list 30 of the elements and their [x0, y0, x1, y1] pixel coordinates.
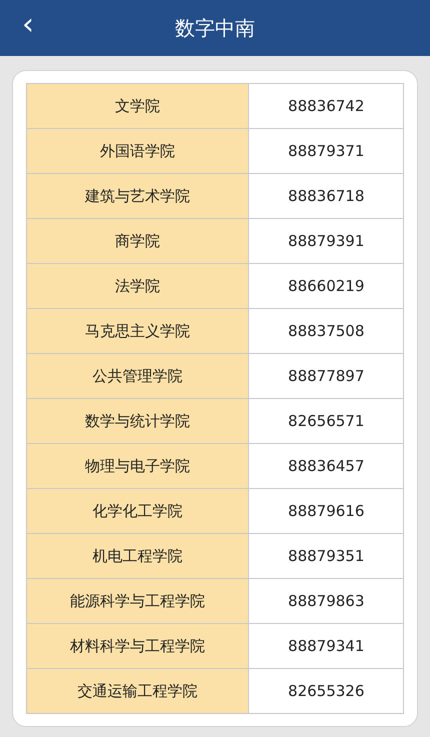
department-name-cell: 数学与统计学院 — [26, 398, 249, 444]
phone-number-cell: 88837508 — [248, 308, 404, 354]
phone-number-cell: 88836718 — [248, 174, 404, 218]
phone-number-cell: 88879391 — [248, 218, 404, 264]
department-name-cell: 机电工程学院 — [26, 534, 249, 578]
department-name-cell: 化学化工学院 — [26, 488, 249, 534]
department-name-cell: 公共管理学院 — [26, 354, 249, 398]
phone-number-cell: 88660219 — [248, 264, 404, 308]
phone-number-cell: 88879351 — [248, 534, 404, 578]
back-button[interactable]: ‹ — [16, 10, 40, 40]
phone-number-cell: 82656571 — [248, 398, 404, 444]
department-name-cell: 交通运输工程学院 — [26, 668, 249, 714]
department-name-cell: 文学院 — [26, 84, 249, 128]
phone-number-cell: 88836457 — [248, 444, 404, 488]
department-name-cell: 马克思主义学院 — [26, 308, 249, 354]
department-name-cell: 商学院 — [26, 218, 249, 264]
department-name-cell: 建筑与艺术学院 — [26, 174, 249, 218]
phone-number-cell: 88879371 — [248, 128, 404, 174]
phone-number-cell: 88879863 — [248, 578, 404, 624]
department-name-cell: 能源科学与工程学院 — [26, 578, 249, 624]
department-name-cell: 物理与电子学院 — [26, 444, 249, 488]
department-name-cell: 法学院 — [26, 264, 249, 308]
phone-number-cell: 88879341 — [248, 624, 404, 668]
page-title: 数字中南 — [175, 15, 255, 42]
phone-number-cell: 88877897 — [248, 354, 404, 398]
phone-number-cell: 88879616 — [248, 488, 404, 534]
phone-number-cell: 88836742 — [248, 84, 404, 128]
department-name-cell: 材料科学与工程学院 — [26, 624, 249, 668]
phone-number-cell: 82655326 — [248, 668, 404, 714]
department-name-cell: 外国语学院 — [26, 128, 249, 174]
